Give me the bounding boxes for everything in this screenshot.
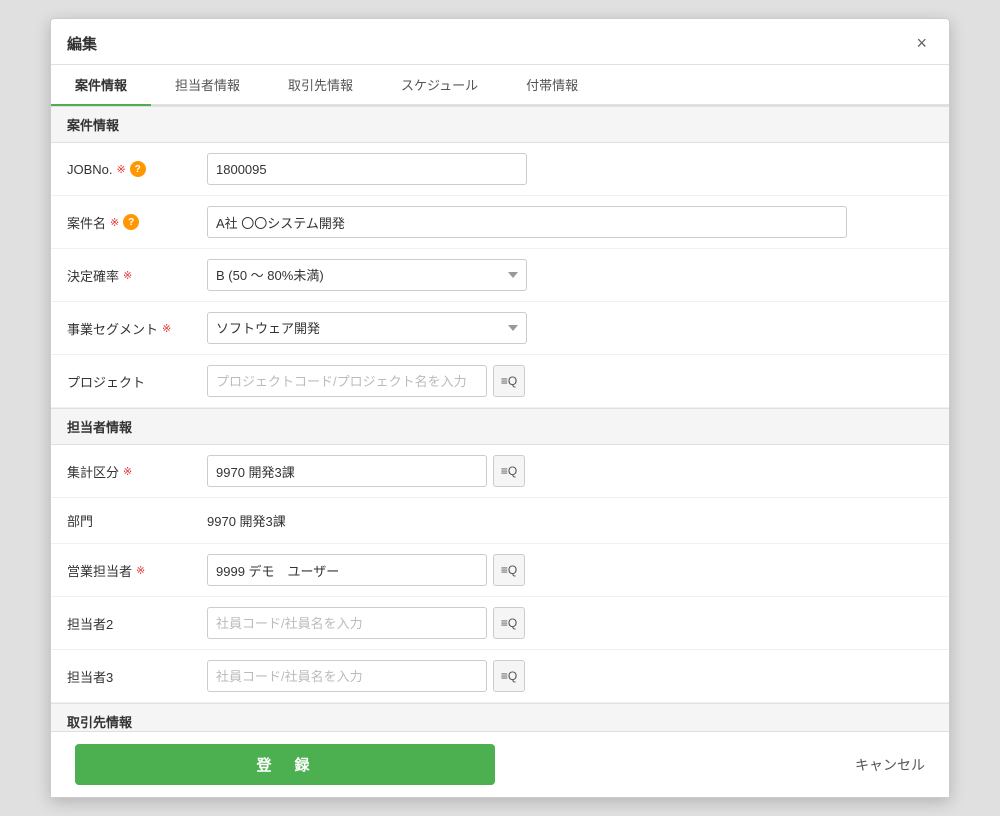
modal-header: 編集 × [51,19,949,65]
person3-search-button[interactable]: ≡Q [493,660,525,692]
form-row-job-no: JOBNo. ※ ? [51,143,949,196]
register-button[interactable]: 登 録 [75,744,495,785]
project-search-button[interactable]: ≡Q [493,365,525,397]
dept-control: 9970 開発3課 [207,511,933,530]
case-name-control [207,206,933,238]
close-button[interactable]: × [910,31,933,56]
form-row-decision-rate: 決定確率 ※ B (50 〜 80%未満) A (80%以上) C (30 〜 … [51,249,949,302]
form-row-business-segment: 事業セグメント ※ ソフトウェア開発 システム構築 コンサルティング [51,302,949,355]
person2-control: ≡Q [207,607,933,639]
section-case-info: 案件情報 JOBNo. ※ ? 案件名 ※ [51,106,949,408]
section-person-info: 担当者情報 集計区分 ※ ≡Q 部門 [51,408,949,703]
case-name-input[interactable] [207,206,847,238]
case-name-label: 案件名 ※ ? [67,213,207,232]
modal-dialog: 編集 × 案件情報 担当者情報 取引先情報 スケジュール 付帯情報 案件情報 J… [50,18,950,798]
aggregate-control: ≡Q [207,455,933,487]
section-person-info-header: 担当者情報 [51,408,949,445]
sales-person-label: 営業担当者 ※ [67,561,207,580]
business-segment-required: ※ [162,322,171,335]
section-client-info-header: 取引先情報 [51,703,949,731]
business-segment-select[interactable]: ソフトウェア開発 システム構築 コンサルティング [207,312,527,344]
person3-label: 担当者3 [67,667,207,686]
dept-label: 部門 [67,511,207,530]
tab-schedule[interactable]: スケジュール [377,65,502,106]
cancel-button[interactable]: キャンセル [855,755,925,775]
person2-label: 担当者2 [67,614,207,633]
case-name-required: ※ [110,216,119,229]
form-row-person3: 担当者3 ≡Q [51,650,949,703]
person2-input[interactable] [207,607,487,639]
sales-person-search-button[interactable]: ≡Q [493,554,525,586]
modal-title: 編集 [67,33,97,54]
modal-body: 案件情報 JOBNo. ※ ? 案件名 ※ [51,106,949,731]
tab-client-info[interactable]: 取引先情報 [264,65,377,106]
tab-case-info[interactable]: 案件情報 [51,65,151,106]
tab-bar: 案件情報 担当者情報 取引先情報 スケジュール 付帯情報 [51,65,949,106]
business-segment-label: 事業セグメント ※ [67,319,207,338]
form-row-dept: 部門 9970 開発3課 [51,498,949,544]
project-control: ≡Q [207,365,933,397]
decision-rate-required: ※ [123,269,132,282]
form-row-case-name: 案件名 ※ ? [51,196,949,249]
aggregate-label: 集計区分 ※ [67,462,207,481]
job-no-required: ※ [117,163,126,176]
form-row-aggregate: 集計区分 ※ ≡Q [51,445,949,498]
section-client-info: 取引先情報 得意先 ※ ≡Q 仮登録 ? [51,703,949,731]
dept-value: 9970 開発3課 [207,511,286,530]
form-row-sales-person: 営業担当者 ※ ≡Q [51,544,949,597]
job-no-label: JOBNo. ※ ? [67,161,207,177]
job-no-control [207,153,933,185]
tab-extra-info[interactable]: 付帯情報 [502,65,602,106]
decision-rate-control: B (50 〜 80%未満) A (80%以上) C (30 〜 50%未満) … [207,259,933,291]
decision-rate-select[interactable]: B (50 〜 80%未満) A (80%以上) C (30 〜 50%未満) … [207,259,527,291]
modal-overlay: 編集 × 案件情報 担当者情報 取引先情報 スケジュール 付帯情報 案件情報 J… [0,0,1000,816]
case-name-help-icon[interactable]: ? [123,214,139,230]
decision-rate-label: 決定確率 ※ [67,266,207,285]
sales-person-required: ※ [136,564,145,577]
aggregate-required: ※ [123,465,132,478]
job-no-input[interactable] [207,153,527,185]
form-row-project: プロジェクト ≡Q [51,355,949,408]
form-row-person2: 担当者2 ≡Q [51,597,949,650]
person3-input[interactable] [207,660,487,692]
person3-control: ≡Q [207,660,933,692]
business-segment-control: ソフトウェア開発 システム構築 コンサルティング [207,312,933,344]
project-input[interactable] [207,365,487,397]
aggregate-search-button[interactable]: ≡Q [493,455,525,487]
sales-person-control: ≡Q [207,554,933,586]
person2-search-button[interactable]: ≡Q [493,607,525,639]
job-no-help-icon[interactable]: ? [130,161,146,177]
tab-person-info[interactable]: 担当者情報 [151,65,264,106]
modal-footer: 登 録 キャンセル [51,731,949,797]
section-case-info-header: 案件情報 [51,106,949,143]
aggregate-input[interactable] [207,455,487,487]
project-label: プロジェクト [67,372,207,391]
sales-person-input[interactable] [207,554,487,586]
